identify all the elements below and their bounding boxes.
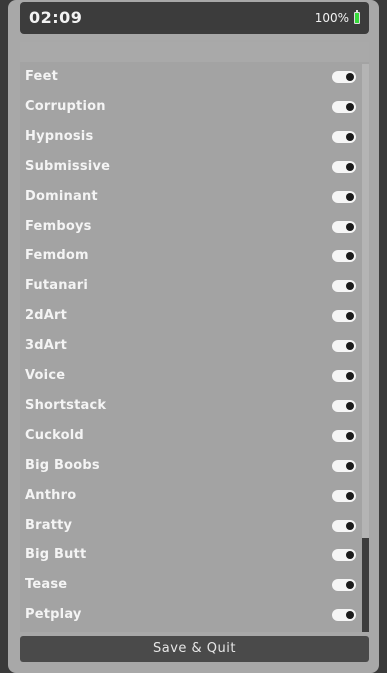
settings-panel[interactable]: Feet Corruption Hypnosis Submissive Dominant… bbox=[20, 42, 369, 632]
toggle-knob bbox=[346, 102, 354, 111]
battery-percent: 100% bbox=[314, 11, 349, 25]
setting-toggle[interactable] bbox=[332, 519, 356, 532]
setting-toggle[interactable] bbox=[332, 190, 356, 203]
setting-row: Voice bbox=[20, 361, 369, 391]
setting-label: Big Butt bbox=[25, 547, 87, 563]
setting-row: Big Butt bbox=[20, 540, 369, 570]
setting-toggle[interactable] bbox=[332, 280, 356, 293]
setting-row: 3dArt bbox=[20, 331, 369, 361]
setting-label: Shortstack bbox=[25, 397, 107, 413]
setting-row: Corruption bbox=[20, 92, 369, 122]
toggle-knob bbox=[346, 581, 354, 590]
setting-label: Tease bbox=[25, 577, 68, 593]
setting-label: Dominant bbox=[25, 188, 98, 204]
setting-toggle[interactable] bbox=[332, 71, 356, 83]
save-quit-button[interactable]: Save & Quit bbox=[20, 636, 369, 662]
setting-label: Femboys bbox=[25, 218, 92, 234]
toggle-knob bbox=[346, 461, 354, 470]
setting-row: Femdom bbox=[20, 241, 369, 271]
setting-label: Cuckold bbox=[25, 427, 84, 443]
setting-toggle[interactable] bbox=[332, 310, 356, 323]
setting-row: Shortstack bbox=[20, 391, 369, 421]
setting-row: Hypnosis bbox=[20, 122, 369, 152]
toggle-knob bbox=[346, 73, 354, 81]
setting-label: Feet bbox=[25, 69, 59, 84]
toggle-knob bbox=[346, 342, 354, 351]
setting-label: 3dArt bbox=[25, 338, 68, 354]
setting-label: Submissive bbox=[25, 158, 111, 174]
setting-toggle[interactable] bbox=[332, 160, 356, 173]
setting-toggle[interactable] bbox=[332, 579, 356, 592]
battery-fill bbox=[355, 13, 359, 23]
toggle-knob bbox=[346, 551, 354, 560]
setting-toggle[interactable] bbox=[332, 100, 356, 113]
setting-row: 2dArt bbox=[20, 301, 369, 331]
setting-row: Femboys bbox=[20, 212, 369, 242]
toggle-knob bbox=[346, 132, 354, 141]
toggle-knob bbox=[346, 162, 354, 171]
setting-label: Femdom bbox=[25, 248, 89, 264]
setting-toggle[interactable] bbox=[332, 459, 356, 472]
toggle-knob bbox=[346, 611, 354, 620]
setting-label: Futanari bbox=[25, 278, 88, 294]
setting-toggle[interactable] bbox=[332, 220, 356, 233]
setting-label: Corruption bbox=[25, 98, 106, 114]
setting-toggle[interactable] bbox=[332, 489, 356, 502]
status-bar: 02:09 100% bbox=[20, 2, 369, 34]
setting-row: Submissive bbox=[20, 152, 369, 182]
setting-row: Futanari bbox=[20, 271, 369, 301]
setting-toggle[interactable] bbox=[332, 549, 356, 562]
setting-label: Petplay bbox=[25, 607, 82, 623]
toggle-knob bbox=[346, 312, 354, 321]
panel-top-spacer bbox=[20, 42, 369, 62]
toggle-knob bbox=[346, 192, 354, 201]
setting-label: Big Boobs bbox=[25, 457, 100, 473]
setting-toggle[interactable] bbox=[332, 340, 356, 353]
toggle-knob bbox=[346, 521, 354, 530]
setting-row: Anthro bbox=[20, 481, 369, 511]
setting-row: Cuckold bbox=[20, 421, 369, 451]
battery-status: 100% bbox=[314, 10, 360, 25]
toggle-knob bbox=[346, 491, 354, 500]
battery-icon bbox=[354, 10, 360, 24]
clock-time: 02:09 bbox=[29, 8, 83, 27]
toggle-knob bbox=[346, 282, 354, 291]
setting-label: Voice bbox=[25, 368, 66, 383]
setting-toggle[interactable] bbox=[332, 250, 356, 263]
setting-row: Dominant bbox=[20, 182, 369, 212]
setting-row: Tease bbox=[20, 570, 369, 600]
setting-row: Feet bbox=[20, 62, 369, 92]
setting-label: Bratty bbox=[25, 517, 73, 533]
toggle-knob bbox=[346, 401, 354, 410]
setting-row: Petplay bbox=[20, 600, 369, 630]
setting-toggle[interactable] bbox=[332, 609, 356, 622]
toggle-knob bbox=[346, 222, 354, 231]
setting-row: Bratty bbox=[20, 511, 369, 541]
toggle-knob bbox=[346, 372, 354, 380]
setting-label: Hypnosis bbox=[25, 128, 94, 144]
toggle-knob bbox=[346, 431, 354, 440]
scrollbar-thumb[interactable] bbox=[362, 538, 369, 632]
toggle-knob bbox=[346, 252, 354, 261]
setting-toggle[interactable] bbox=[332, 130, 356, 143]
setting-toggle[interactable] bbox=[332, 429, 356, 442]
setting-toggle[interactable] bbox=[332, 370, 356, 382]
setting-label: 2dArt bbox=[25, 308, 68, 324]
setting-label: Anthro bbox=[25, 487, 77, 503]
setting-toggle[interactable] bbox=[332, 399, 356, 412]
setting-row: Big Boobs bbox=[20, 451, 369, 481]
